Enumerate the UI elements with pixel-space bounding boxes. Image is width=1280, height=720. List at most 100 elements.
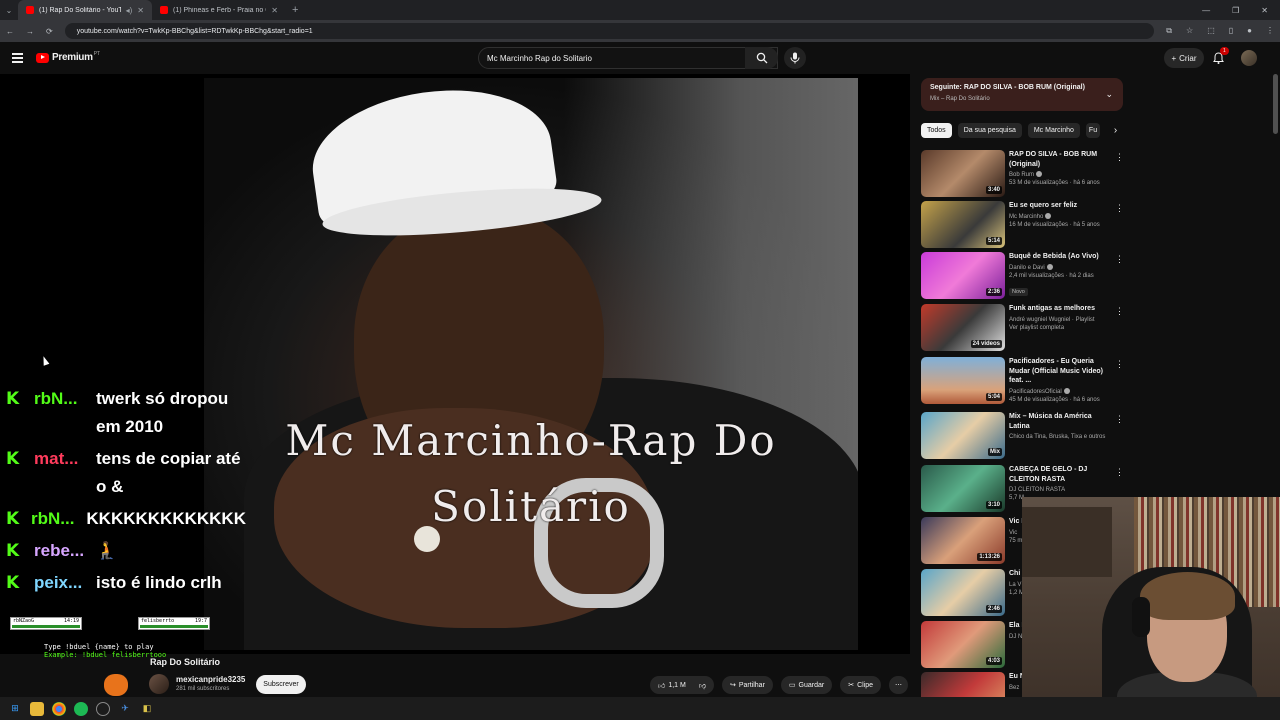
url-field[interactable]: youtube.com/watch?v=TwkKp-BBChg&list=RDT… bbox=[64, 23, 1155, 39]
subscribe-button[interactable]: Subscrever bbox=[256, 675, 306, 694]
video-thumbnail[interactable]: 3:10 bbox=[921, 465, 1005, 512]
file-explorer-icon[interactable] bbox=[30, 701, 44, 716]
speaker-icon[interactable]: ◂) bbox=[126, 6, 133, 15]
recommendation-title[interactable]: Funk antigas as melhores bbox=[1009, 304, 1113, 314]
recommendation-channel[interactable]: André wugniel Wugniel · Playlist bbox=[1009, 316, 1113, 324]
recommendation-info: Mix – Música da América Latina Chico da T… bbox=[1009, 412, 1113, 441]
recommendation-title[interactable]: Buquê de Bebida (Ao Vivo) bbox=[1009, 252, 1113, 262]
recommendation-item[interactable]: Mix Mix – Música da América Latina Chico d… bbox=[921, 412, 1126, 460]
browser-tab-phineas[interactable]: (1) Phineas e Ferb - Praia no Ci... ✕ bbox=[152, 0, 286, 20]
channel-name[interactable]: mexicanpride3235 bbox=[176, 675, 245, 684]
browser-menu-icon[interactable]: ⋮ bbox=[1266, 26, 1274, 36]
search-button[interactable] bbox=[745, 47, 778, 69]
video-thumbnail[interactable]: 5:04 bbox=[921, 357, 1005, 404]
more-options-icon[interactable]: ⋮ bbox=[1115, 414, 1124, 425]
video-frame[interactable]: Mc Marcinho-Rap Do Solitário bbox=[204, 78, 858, 650]
duel-right-name: felisberrto bbox=[141, 618, 175, 624]
new-tab-icon[interactable]: + bbox=[292, 4, 298, 16]
profile-icon[interactable]: ● bbox=[1247, 26, 1252, 36]
clip-label: Clipe bbox=[857, 681, 874, 689]
video-thumbnail[interactable]: 5:14 bbox=[921, 201, 1005, 248]
share-button[interactable]: ↪ Partilhar bbox=[721, 676, 773, 694]
close-tab-icon[interactable]: ✕ bbox=[271, 6, 278, 15]
page-scrollbar[interactable] bbox=[1273, 74, 1278, 134]
like-button[interactable]: 👍︎ 1,1 M 👎︎ bbox=[650, 676, 714, 694]
menu-icon[interactable] bbox=[12, 53, 23, 65]
recommendation-channel[interactable]: DJ CLEITON RASTA bbox=[1009, 486, 1113, 494]
clip-button[interactable]: ✂ Clipe bbox=[840, 676, 882, 694]
windows-start-icon[interactable]: ⊞ bbox=[8, 702, 22, 716]
chrome-icon[interactable] bbox=[52, 701, 66, 716]
video-thumbnail[interactable]: 2:46 bbox=[921, 569, 1005, 616]
more-options-icon[interactable]: ⋮ bbox=[1115, 359, 1124, 370]
bookmark-star-icon[interactable]: ☆ bbox=[1186, 26, 1193, 36]
thumbs-down-icon[interactable]: 👎︎ bbox=[699, 681, 706, 690]
close-tab-icon[interactable]: ✕ bbox=[137, 6, 144, 15]
chevron-right-icon[interactable]: › bbox=[1114, 125, 1117, 136]
more-actions-button[interactable]: ⋯ bbox=[889, 676, 909, 694]
minimize-icon[interactable]: — bbox=[1202, 6, 1210, 15]
recommendation-title[interactable]: Eu se quero ser feliz bbox=[1009, 201, 1113, 211]
video-thumbnail[interactable]: 24 vídeos bbox=[921, 304, 1005, 351]
more-options-icon[interactable]: ⋮ bbox=[1115, 254, 1124, 265]
chevron-down-icon[interactable]: ⌄ bbox=[1105, 89, 1113, 100]
duel-right-score: 19:7 bbox=[194, 618, 207, 624]
steam-icon[interactable]: ✈ bbox=[118, 702, 132, 716]
more-options-icon[interactable]: ⋮ bbox=[1115, 467, 1124, 478]
search-input[interactable]: Mc Marcinho Rap do Solitario ⌨ ✕ bbox=[478, 47, 778, 69]
create-button[interactable]: + Criar bbox=[1164, 48, 1204, 68]
recommendation-info: Pacificadores - Eu Queria Mudar (Officia… bbox=[1009, 357, 1113, 404]
reload-icon[interactable]: ⟳ bbox=[46, 27, 53, 36]
recommendation-item[interactable]: 5:14 Eu se quero ser feliz Mc Marcinho 16 M… bbox=[921, 201, 1126, 249]
video-thumbnail[interactable]: 4:03 bbox=[921, 621, 1005, 668]
video-thumbnail[interactable]: 2:36 bbox=[921, 252, 1005, 299]
recommendation-item[interactable]: 3:40 RAP DO SILVA - BOB RUM (Original) Bob… bbox=[921, 150, 1126, 198]
recommendation-title[interactable]: Mix – Música da América Latina bbox=[1009, 412, 1113, 431]
notifications-button[interactable]: 1 bbox=[1213, 47, 1229, 69]
voice-search-button[interactable] bbox=[784, 47, 806, 69]
youtube-logo[interactable]: Premium PT bbox=[36, 51, 100, 63]
like-count: 1,1 M bbox=[668, 681, 686, 689]
recommendation-channel[interactable]: PacificadoresOficial bbox=[1009, 387, 1113, 396]
restore-icon[interactable]: ❐ bbox=[1232, 6, 1239, 15]
video-thumbnail[interactable]: 1:13:26 bbox=[921, 517, 1005, 564]
sidebar-icon[interactable]: ▯ bbox=[1229, 26, 1233, 36]
video-thumbnail[interactable]: 3:40 bbox=[921, 150, 1005, 197]
recommendation-channel[interactable]: Danilo e Davi bbox=[1009, 263, 1113, 272]
more-options-icon[interactable]: ⋮ bbox=[1115, 152, 1124, 163]
extensions-icon[interactable]: ⬚ bbox=[1207, 26, 1215, 36]
youtube-header: Premium PT Mc Marcinho Rap do Solitario … bbox=[0, 42, 1280, 74]
back-icon[interactable]: ← bbox=[6, 27, 14, 36]
chip-fu[interactable]: Fu bbox=[1085, 123, 1100, 138]
install-icon[interactable]: ⧉ bbox=[1166, 26, 1172, 36]
recommendation-channel[interactable]: Bob Rum bbox=[1009, 171, 1113, 179]
recommendation-item[interactable]: 5:04 Pacificadores - Eu Queria Mudar (Off… bbox=[921, 357, 1126, 405]
recommendation-title[interactable]: Pacificadores - Eu Queria Mudar (Officia… bbox=[1009, 357, 1113, 386]
browser-tab-youtube[interactable]: (1) Rap Do Solitário - YouTube ◂) ✕ bbox=[18, 0, 152, 20]
spotify-icon[interactable] bbox=[74, 701, 88, 716]
recommendation-item[interactable]: 24 vídeos Funk antigas as melhores André w… bbox=[921, 304, 1126, 352]
obs-icon[interactable] bbox=[96, 701, 110, 716]
save-button[interactable]: ▭ Guardar bbox=[780, 676, 833, 694]
more-options-icon[interactable]: ⋮ bbox=[1115, 203, 1124, 214]
app-icon[interactable]: ◧ bbox=[140, 702, 154, 716]
account-avatar[interactable] bbox=[1241, 50, 1257, 66]
recommendation-title[interactable]: RAP DO SILVA - BOB RUM (Original) bbox=[1009, 150, 1113, 169]
recommendation-item[interactable]: 2:36 Buquê de Bebida (Ao Vivo) Danilo e Da… bbox=[921, 252, 1126, 300]
next-up-panel[interactable]: Seguinte: RAP DO SILVA - BOB RUM (Origin… bbox=[921, 78, 1123, 111]
chat-message: KrbN... KKKKKKKKKKKKK bbox=[6, 505, 246, 533]
video-thumbnail[interactable]: Mix bbox=[921, 412, 1005, 459]
more-options-icon[interactable]: ⋮ bbox=[1115, 306, 1124, 317]
browser-tab-bar: ⌄ (1) Rap Do Solitário - YouTube ◂) ✕ (1… bbox=[0, 0, 1280, 20]
chip-da-sua-pesquisa[interactable]: Da sua pesquisa bbox=[957, 123, 1022, 138]
forward-icon[interactable]: → bbox=[26, 27, 34, 36]
recommendation-title[interactable]: CABEÇA DE GELO - DJ CLEITON RASTA bbox=[1009, 465, 1113, 484]
tab-search-icon[interactable]: ⌄ bbox=[0, 6, 18, 15]
recommendation-channel[interactable]: Mc Marcinho bbox=[1009, 212, 1113, 221]
logo-text: Premium bbox=[52, 52, 93, 63]
chip-todos[interactable]: Todos bbox=[921, 123, 952, 138]
chip-mc-marcinho[interactable]: Mc Marcinho bbox=[1027, 123, 1080, 138]
channel-avatar[interactable] bbox=[149, 674, 169, 694]
recommendation-channel[interactable]: Chico da Tina, Bruska, Tixa e outros bbox=[1009, 433, 1113, 441]
close-window-icon[interactable]: ✕ bbox=[1261, 6, 1268, 15]
